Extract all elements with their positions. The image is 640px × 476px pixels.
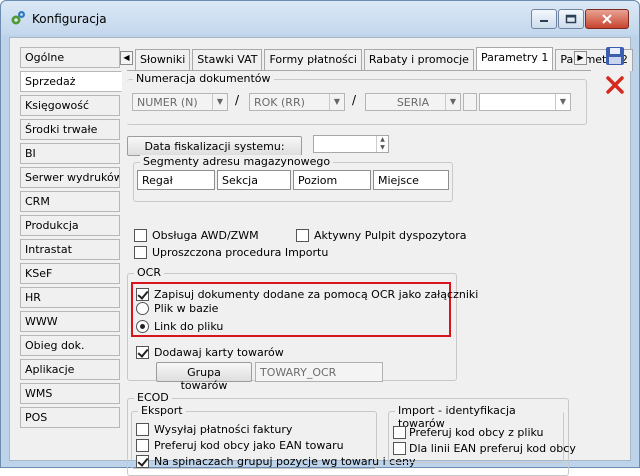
nav-item-ksef[interactable]: KSeF bbox=[20, 263, 120, 284]
nav-item-hr[interactable]: HR bbox=[20, 287, 120, 308]
segment-regal[interactable]: Regał bbox=[137, 170, 215, 190]
minimize-button[interactable] bbox=[531, 9, 557, 29]
ocr-file-in-db-label: Plik w bazie bbox=[154, 302, 219, 315]
gears-app-icon bbox=[11, 11, 25, 25]
numer-segment-select[interactable]: NUMER (N) ▼ bbox=[132, 93, 228, 111]
rok-segment-select[interactable]: ROK (RR) ▼ bbox=[249, 93, 345, 111]
awd-zwm-checkbox[interactable] bbox=[134, 229, 147, 242]
tab-parametry-1[interactable]: Parametry 1 bbox=[475, 47, 554, 71]
separator-1: / bbox=[235, 93, 240, 107]
ocr-file-link-label: Link do pliku bbox=[154, 320, 224, 333]
nav-item-crm[interactable]: CRM bbox=[20, 191, 120, 212]
pulpit-dyspozytora-checkbox[interactable] bbox=[296, 229, 309, 242]
window-content: Ogólne Sprzedaż Księgowość Środki trwałe… bbox=[9, 37, 633, 476]
maximize-button[interactable] bbox=[558, 9, 584, 29]
fiscalization-date-spinner[interactable]: ▲ ▼ bbox=[313, 135, 389, 153]
configuration-window: Konfiguracja Ogólne Sprzedaż Księgowość … bbox=[0, 0, 640, 476]
prefer-foreign-code-ean-label: Preferuj kod obcy jako EAN towaru bbox=[154, 439, 344, 452]
ocr-file-in-db-radio[interactable] bbox=[136, 302, 149, 315]
add-product-cards-checkbox[interactable] bbox=[136, 346, 149, 359]
seria-segment-select[interactable]: SERIA ▼ bbox=[365, 93, 461, 111]
send-invoice-payments-checkbox[interactable] bbox=[136, 423, 149, 436]
prefer-foreign-code-file-label: Preferuj kod obcy z pliku bbox=[409, 426, 544, 439]
tab-scroll-right-button[interactable]: ▶ bbox=[574, 51, 587, 65]
product-group-field[interactable]: TOWARY_OCR bbox=[255, 362, 383, 382]
nav-item-obieg-dok[interactable]: Obieg dok. bbox=[20, 335, 120, 356]
nav-item-produkcja[interactable]: Produkcja bbox=[20, 215, 120, 236]
chevron-down-icon: ▼ bbox=[329, 94, 344, 110]
ecod-export-title: Eksport bbox=[138, 404, 186, 417]
tab-rabaty-promocje[interactable]: Rabaty i promocje bbox=[363, 49, 474, 71]
spinner-arrows-icon: ▲ ▼ bbox=[376, 136, 388, 152]
import-procedure-checkbox[interactable] bbox=[134, 246, 147, 259]
segment-poziom[interactable]: Poziom bbox=[293, 170, 371, 190]
nav-item-pos[interactable]: POS bbox=[20, 407, 120, 428]
nav-item-srodki-trwale[interactable]: Środki trwałe bbox=[20, 119, 120, 140]
window-title: Konfiguracja bbox=[32, 12, 107, 26]
minimize-icon bbox=[540, 20, 548, 22]
product-group-button[interactable]: Grupa towarów bbox=[156, 362, 252, 392]
parametry-1-panel: Numeracja dokumentów NUMER (N) ▼ / ROK (R… bbox=[127, 70, 591, 476]
cancel-icon[interactable] bbox=[604, 74, 626, 96]
seria-segment-value: SERIA bbox=[396, 96, 430, 109]
nav-item-ksiegowosc[interactable]: Księgowość bbox=[20, 95, 120, 116]
ean-line-foreign-code-label: Dla linii EAN preferuj kod obcy bbox=[409, 442, 576, 455]
prefer-foreign-code-file-checkbox[interactable] bbox=[393, 426, 406, 439]
nav-item-wms[interactable]: WMS bbox=[20, 383, 120, 404]
numer-segment-value: NUMER (N) bbox=[137, 96, 198, 109]
nav-item-www[interactable]: WWW bbox=[20, 311, 120, 332]
segment-miejsce[interactable]: Miejsce bbox=[373, 170, 449, 190]
separator-2: / bbox=[352, 93, 357, 107]
nav-item-sprzedaz[interactable]: Sprzedaż bbox=[20, 71, 122, 92]
close-window-button[interactable] bbox=[585, 9, 629, 29]
section-nav: Ogólne Sprzedaż Księgowość Środki trwałe… bbox=[20, 47, 122, 431]
segmenty-title: Segmenty adresu magazynowego bbox=[140, 155, 334, 168]
fiscalization-date-button[interactable]: Data fiskalizacji systemu: bbox=[127, 136, 302, 156]
rok-segment-value: ROK (RR) bbox=[254, 96, 305, 109]
seria-extra-field[interactable] bbox=[463, 93, 477, 111]
nav-item-intrastat[interactable]: Intrastat bbox=[20, 239, 120, 260]
ocr-title: OCR bbox=[134, 266, 164, 279]
tab-scroll-left-button[interactable]: ◀ bbox=[120, 51, 133, 65]
close-icon bbox=[602, 14, 612, 24]
ocr-attach-checkbox[interactable] bbox=[136, 288, 149, 301]
nav-item-aplikacje[interactable]: Aplikacje bbox=[20, 359, 120, 380]
pulpit-dyspozytora-label: Aktywny Pulpit dyspozytora bbox=[314, 229, 467, 242]
tab-stawki-vat[interactable]: Stawki VAT bbox=[192, 49, 263, 71]
tab-slowniki[interactable]: Słowniki bbox=[135, 49, 191, 71]
ocr-file-link-radio[interactable] bbox=[136, 320, 149, 333]
group-positions-checkbox[interactable] bbox=[136, 455, 149, 468]
nav-item-serwer-wydrukow[interactable]: Serwer wydruków bbox=[20, 167, 120, 188]
seria-value-select[interactable]: ▼ bbox=[479, 93, 571, 111]
import-procedure-label: Uproszczona procedura Importu bbox=[152, 246, 329, 259]
add-product-cards-label: Dodawaj karty towarów bbox=[154, 346, 284, 359]
ocr-attach-label: Zapisuj dokumenty dodane za pomocą OCR j… bbox=[154, 288, 479, 301]
title-bar: Konfiguracja bbox=[1, 1, 639, 35]
nav-item-bi[interactable]: BI bbox=[20, 143, 120, 164]
ecod-title: ECOD bbox=[134, 391, 172, 404]
chevron-down-icon: ▼ bbox=[445, 94, 460, 110]
tab-formy-platnosci[interactable]: Formy płatności bbox=[264, 49, 362, 71]
group-positions-label: Na spinaczach grupuj pozycje wg towaru i… bbox=[154, 455, 416, 468]
nav-item-ogolne[interactable]: Ogólne bbox=[20, 47, 120, 68]
send-invoice-payments-label: Wysyłaj płatności faktury bbox=[154, 423, 293, 436]
chevron-down-icon: ▼ bbox=[212, 94, 227, 110]
chevron-down-icon: ▼ bbox=[555, 94, 570, 110]
segment-sekcja[interactable]: Sekcja bbox=[217, 170, 291, 190]
prefer-foreign-code-ean-checkbox[interactable] bbox=[136, 439, 149, 452]
ean-line-foreign-code-checkbox[interactable] bbox=[393, 442, 406, 455]
numeracja-title: Numeracja dokumentów bbox=[133, 72, 274, 85]
maximize-icon bbox=[565, 14, 577, 24]
tab-strip: Słowniki Stawki VAT Formy płatności Raba… bbox=[135, 47, 635, 71]
save-icon[interactable] bbox=[604, 45, 626, 67]
awd-zwm-label: Obsługa AWD/ZWM bbox=[152, 229, 259, 242]
